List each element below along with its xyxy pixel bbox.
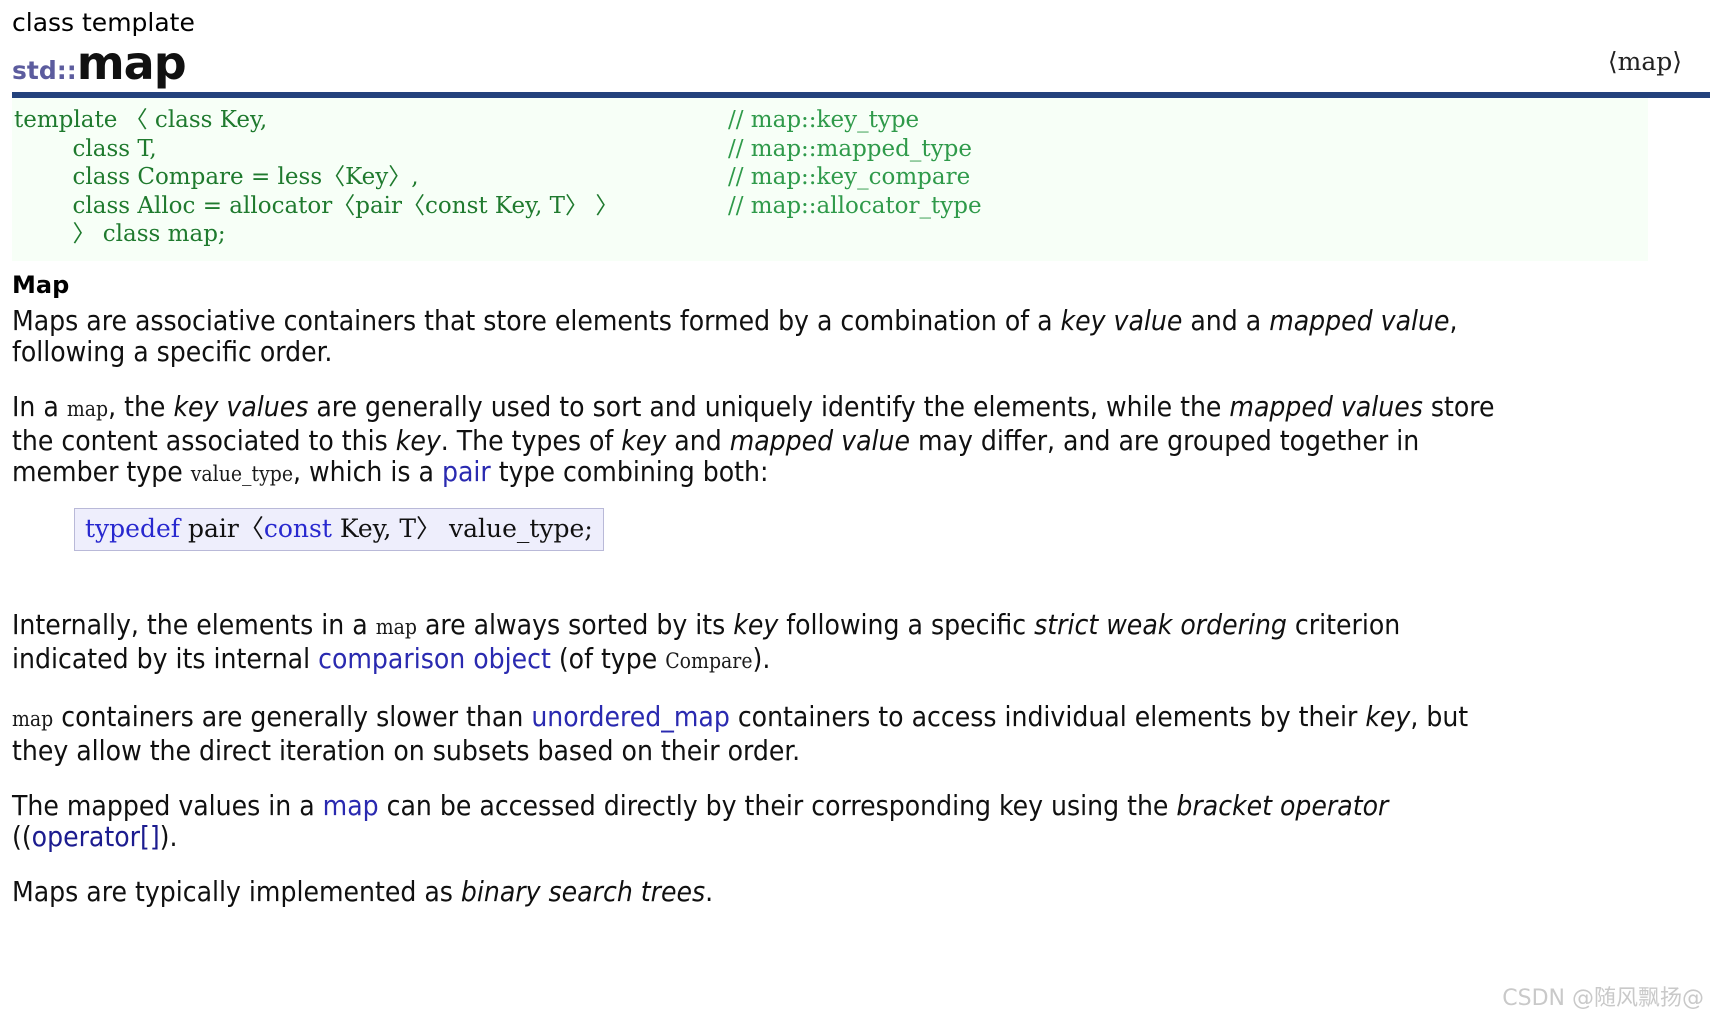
signature-comment: // map::allocator_type (728, 192, 982, 219)
page-title: std::map (12, 40, 187, 86)
signature-code: template 〈 class Key, (14, 107, 268, 133)
text: and a (1182, 303, 1270, 337)
text: type combining both: (490, 454, 769, 488)
inline-code-map: map (375, 614, 417, 639)
title-row: std::map ⟨map⟩ (12, 40, 1710, 86)
emphasis-key: key (733, 607, 779, 641)
text: ). (752, 641, 771, 675)
text: . (705, 874, 714, 908)
inline-code-map: map (66, 396, 109, 421)
link-comparison-object[interactable]: comparison object (318, 642, 551, 675)
signature-line: 〉 class map; (12, 220, 1648, 249)
signature-comment: // map::key_compare (728, 164, 971, 190)
text: ). (159, 819, 178, 853)
emphasis-binary-search-trees: binary search trees (460, 874, 706, 908)
signature-comment: // map::mapped_type (728, 135, 972, 162)
page-header: class template std::map ⟨map⟩ (0, 0, 1722, 86)
text: Maps are typically implemented as (12, 874, 461, 908)
emphasis-strict-weak-ordering: strict weak ordering (1034, 607, 1287, 641)
text: containers are generally slower than (53, 699, 532, 733)
signature-code: 〉 class map; (14, 221, 226, 247)
paragraph-description: Maps are associative containers that sto… (12, 305, 1512, 367)
csdn-watermark: CSDN @随风飘扬@ (1502, 986, 1704, 1011)
emphasis-bracket-operator: bracket operator (1176, 788, 1389, 822)
emphasis-mapped-value: mapped value (729, 423, 910, 457)
emphasis-key: key (621, 423, 667, 457)
text: , the (108, 389, 174, 423)
typedef-code-wrapper: typedef pair〈const Key, T〉 value_type; (74, 507, 1710, 551)
keyword-const: const (263, 513, 332, 543)
link-map[interactable]: map (323, 789, 379, 822)
documentation-page: class template std::map ⟨map⟩ template 〈… (0, 0, 1722, 1020)
page-body: Map Maps are associative containers that… (0, 271, 1722, 907)
typedef-code-box: typedef pair〈const Key, T〉 value_type; (74, 507, 604, 551)
section-heading: Map (12, 270, 70, 299)
paragraph-implementation: Maps are typically implemented as binary… (12, 876, 1512, 907)
link-operator-bracket[interactable]: operator[] (32, 820, 160, 853)
typedef-mid: pair〈 (180, 513, 264, 543)
title-name: map (76, 36, 187, 90)
emphasis-mapped-values: mapped values (1229, 389, 1423, 423)
inline-code-value-type: value_type (190, 461, 294, 486)
text: , which is a (293, 454, 442, 488)
signature-line: template 〈 class Key, // map::key_type (12, 106, 1648, 135)
paragraph-bracket-operator: The mapped values in a map can be access… (12, 790, 1512, 852)
text: are generally used to sort and uniquely … (308, 389, 1230, 423)
text: (( (12, 819, 32, 853)
text: following a specific (778, 607, 1035, 641)
text: . The types of (440, 423, 622, 457)
emphasis-key: key (395, 423, 441, 457)
page-kicker: class template (12, 8, 195, 37)
signature-code: class T, (14, 135, 157, 162)
signature-code: class Compare = less〈Key〉, (14, 164, 419, 190)
text: The mapped values in a (12, 788, 323, 822)
paragraph-internal-ordering: Internally, the elements in a map are al… (12, 609, 1512, 677)
typedef-tail: Key, T〉 value_type; (331, 513, 593, 543)
emphasis-key: key (1365, 699, 1411, 733)
text: and (666, 423, 730, 457)
text: can be accessed directly by their corres… (378, 788, 1177, 822)
signature-line: class T, // map::mapped_type (12, 135, 1648, 164)
emphasis-key-value: key value (1060, 303, 1183, 337)
text: Maps are associative containers that sto… (12, 303, 1061, 337)
paragraph-performance: map containers are generally slower than… (12, 701, 1512, 766)
emphasis-key-values: key values (173, 389, 309, 423)
title-namespace: std:: (12, 56, 77, 85)
signature-line: class Compare = less〈Key〉, // map::key_co… (12, 163, 1648, 192)
link-pair[interactable]: pair (442, 455, 491, 488)
text: (of type (550, 641, 666, 675)
text: containers to access individual elements… (729, 699, 1366, 733)
text: Internally, the elements in a (12, 607, 376, 641)
signature-comment: // map::key_type (728, 107, 920, 133)
inline-code-compare: Compare (665, 648, 753, 673)
paragraph-key-values: In a map, the key values are generally u… (12, 391, 1512, 490)
keyword-typedef: typedef (85, 513, 181, 543)
inline-code-map: map (12, 706, 54, 731)
include-header-label: ⟨map⟩ (1607, 47, 1682, 76)
signature-code: class Alloc = allocator〈pair〈const Key, … (14, 192, 619, 219)
link-unordered-map[interactable]: unordered_map (531, 700, 730, 733)
text: are always sorted by its (416, 607, 734, 641)
emphasis-mapped-value: mapped value (1269, 303, 1450, 337)
text: In a (12, 389, 67, 423)
signature-line: class Alloc = allocator〈pair〈const Key, … (12, 192, 1648, 221)
template-signature-block: template 〈 class Key, // map::key_type cl… (12, 98, 1648, 261)
